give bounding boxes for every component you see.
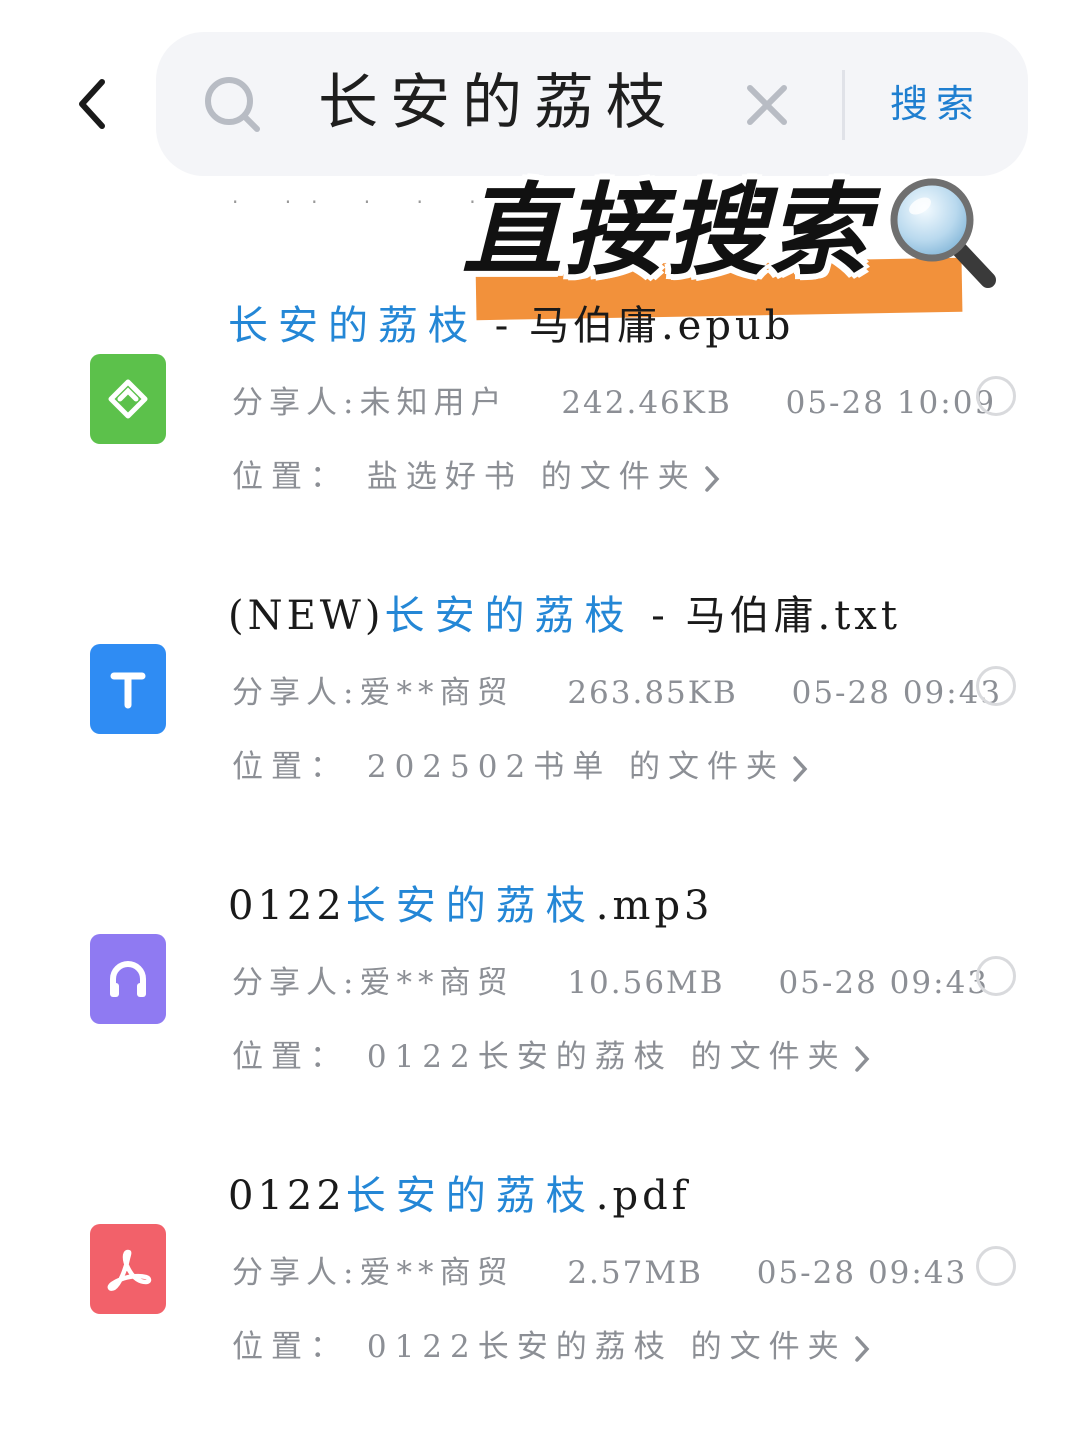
file-name[interactable]: 0122长安的荔枝.pdf xyxy=(228,1166,691,1226)
magnifier-icon xyxy=(890,178,996,288)
select-checkbox[interactable] xyxy=(976,376,1016,416)
file-name-match: 长安的荔枝 xyxy=(384,593,635,639)
close-icon[interactable] xyxy=(744,82,790,128)
list-item[interactable]: 0122长安的荔枝.mp3 分享人:爱**商贸 10.56MB 05-28 09… xyxy=(0,876,1080,1136)
chevron-right-icon xyxy=(854,1045,869,1072)
file-meta: 分享人:爱**商贸 2.57MB 05-28 09:43 xyxy=(232,1248,967,1298)
chevron-right-icon xyxy=(704,465,720,492)
overlay-caption: 直接搜索 xyxy=(462,172,870,289)
search-button[interactable]: 搜索 xyxy=(890,76,982,132)
sharer-label: 分享人:爱**商贸 xyxy=(232,1255,514,1291)
file-time: 05-28 10:09 xyxy=(785,385,997,421)
folder-link[interactable]: 位置： 202502书单 的文件夹 xyxy=(232,742,809,792)
file-name-match: 长安的荔枝 xyxy=(228,303,478,349)
select-checkbox[interactable] xyxy=(976,1246,1016,1286)
sharer-label: 分享人:爱**商贸 xyxy=(232,675,514,711)
text-file-icon xyxy=(90,644,166,734)
list-item[interactable]: 0122长安的荔枝.pdf 分享人:爱**商贸 2.57MB 05-28 09:… xyxy=(0,1166,1080,1426)
file-meta: 分享人:爱**商贸 10.56MB 05-28 09:43 xyxy=(232,958,989,1008)
chevron-left-icon xyxy=(79,79,105,129)
list-item[interactable]: 长安的荔枝 - 马伯庸.epub 分享人:未知用户 242.46KB 05-28… xyxy=(0,296,1080,556)
file-time: 05-28 09:43 xyxy=(756,1255,968,1291)
back-button[interactable] xyxy=(62,72,122,136)
file-meta: 分享人:未知用户 242.46KB 05-28 10:09 xyxy=(232,378,996,428)
file-time: 05-28 09:43 xyxy=(791,675,1003,711)
file-size: 242.46KB xyxy=(561,385,732,421)
file-time: 05-28 09:43 xyxy=(778,965,990,1001)
file-size: 10.56MB xyxy=(567,965,725,1001)
list-item[interactable]: (NEW)长安的荔枝 - 马伯庸.txt 分享人:爱**商贸 263.85KB … xyxy=(0,586,1080,846)
headphones-icon xyxy=(90,934,166,1024)
file-name[interactable]: 0122长安的荔枝.mp3 xyxy=(228,876,714,936)
folder-link[interactable]: 位置： 0122长安的荔枝 的文件夹 xyxy=(232,1032,871,1082)
file-name-match: 长安的荔枝 xyxy=(345,883,596,929)
file-name[interactable]: 长安的荔枝 - 马伯庸.epub xyxy=(228,296,794,356)
search-divider xyxy=(842,70,845,140)
chevron-right-icon xyxy=(793,755,808,782)
chevron-right-icon xyxy=(854,1335,869,1362)
search-icon xyxy=(205,77,260,132)
folder-link[interactable]: 位置： 盐选好书 的文件夹 xyxy=(232,452,721,502)
sharer-label: 分享人:爱**商贸 xyxy=(232,965,514,1001)
file-name[interactable]: (NEW)长安的荔枝 - 马伯庸.txt xyxy=(228,586,901,646)
select-checkbox[interactable] xyxy=(976,666,1016,706)
pdf-icon xyxy=(90,1224,166,1314)
folder-link[interactable]: 位置： 0122长安的荔枝 的文件夹 xyxy=(232,1322,871,1372)
sharer-label: 分享人:未知用户 xyxy=(232,385,508,421)
file-name-match: 长安的荔枝 xyxy=(345,1173,596,1219)
search-input[interactable]: 长安的荔枝 xyxy=(318,58,678,148)
file-meta: 分享人:爱**商贸 263.85KB 05-28 09:43 xyxy=(232,668,1002,718)
file-size: 2.57MB xyxy=(567,1255,703,1291)
epub-icon xyxy=(90,354,166,444)
file-size: 263.85KB xyxy=(567,675,738,711)
select-checkbox[interactable] xyxy=(976,956,1016,996)
search-bar[interactable]: 长安的荔枝 搜索 xyxy=(156,32,1028,176)
